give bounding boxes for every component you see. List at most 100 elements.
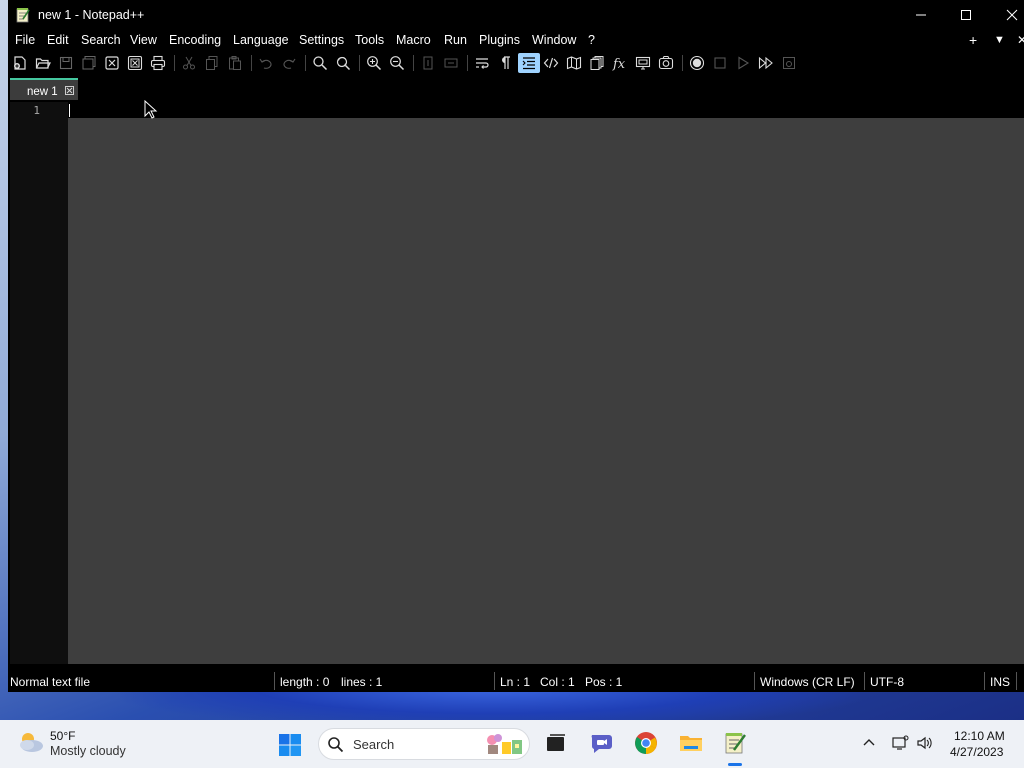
menu-file[interactable]: File: [15, 33, 35, 47]
toolbar-separator: [413, 55, 414, 71]
status-bar: Normal text file length : 0 lines : 1 Ln…: [8, 670, 1024, 692]
search-highlight-illustration-icon: [487, 734, 522, 754]
windows-start-icon[interactable]: [278, 733, 302, 757]
taskbar: 50°F Mostly cloudy Search 12:10 AM 4/27/…: [0, 720, 1024, 768]
zoom-out-button[interactable]: [388, 54, 406, 72]
folder-as-workspace-button[interactable]: [634, 54, 652, 72]
xml-tag-button[interactable]: [542, 54, 560, 72]
toolbar-separator: [467, 55, 468, 71]
word-wrap-button[interactable]: [473, 54, 491, 72]
text-editor[interactable]: 1: [10, 102, 1024, 664]
print-button[interactable]: [149, 54, 167, 72]
tab-list-dropdown-button[interactable]: ▼: [994, 34, 1005, 46]
status-separator: [754, 672, 755, 690]
paste-button[interactable]: [226, 54, 244, 72]
save-all-button[interactable]: [80, 54, 98, 72]
notepad-plus-plus-taskbar-icon[interactable]: [722, 730, 748, 756]
status-file-type: Normal text file: [10, 675, 91, 689]
stop-macro-button[interactable]: [711, 54, 729, 72]
file-explorer-icon[interactable]: [678, 730, 704, 756]
show-all-characters-button[interactable]: [496, 54, 514, 72]
document-list-button[interactable]: [588, 54, 606, 72]
sync-horizontal-button[interactable]: [442, 54, 460, 72]
menu-macro[interactable]: Macro: [396, 33, 431, 47]
toolbar-separator: [174, 55, 175, 71]
play-macro-button[interactable]: [734, 54, 752, 72]
save-all-icon: [82, 56, 96, 70]
open-file-button[interactable]: [34, 54, 52, 72]
new-tab-plus-button[interactable]: +: [969, 32, 977, 48]
weather-description: Mostly cloudy: [50, 744, 126, 758]
close-tab-button[interactable]: [103, 54, 121, 72]
find-button[interactable]: [311, 54, 329, 72]
menu-view[interactable]: View: [130, 33, 157, 47]
document-list-icon: [590, 56, 604, 70]
volume-icon[interactable]: [916, 734, 934, 752]
save-button[interactable]: [57, 54, 75, 72]
menu-settings[interactable]: Settings: [299, 33, 344, 47]
status-column: Col : 1: [540, 675, 575, 689]
line-number-gutter: 1: [10, 102, 68, 664]
indent-guide-button[interactable]: [518, 53, 540, 73]
menu-plugins[interactable]: Plugins: [479, 33, 520, 47]
menu-tools[interactable]: Tools: [355, 33, 384, 47]
chevron-up-icon[interactable]: [860, 734, 878, 752]
close-all-icon: [127, 55, 143, 71]
maximize-button[interactable]: [946, 4, 986, 26]
document-map-button[interactable]: [565, 54, 583, 72]
xml-tag-icon: [543, 57, 559, 69]
menu-run[interactable]: Run: [444, 33, 467, 47]
run-macro-multiple-button[interactable]: [757, 54, 775, 72]
current-line-highlight: [68, 102, 1024, 118]
weather-temperature: 50°F: [50, 729, 76, 743]
status-eol-format[interactable]: Windows (CR LF): [760, 675, 855, 689]
copy-button[interactable]: [203, 54, 221, 72]
menu-encoding[interactable]: Encoding: [169, 33, 221, 47]
close-document-button[interactable]: ✕: [1017, 33, 1024, 47]
tab-close-button[interactable]: [65, 86, 74, 95]
new-file-button[interactable]: [11, 54, 29, 72]
toolbar: fx: [8, 52, 1024, 74]
maximize-icon: [961, 10, 971, 20]
task-view-icon[interactable]: [543, 730, 569, 756]
function-list-button[interactable]: fx: [611, 54, 629, 72]
status-lines: lines : 1: [341, 675, 383, 689]
cut-button[interactable]: [180, 54, 198, 72]
word-wrap-icon: [476, 58, 489, 69]
zoom-in-button[interactable]: [365, 54, 383, 72]
status-insert-mode[interactable]: INS: [990, 675, 1010, 689]
menu-search[interactable]: Search: [81, 33, 121, 47]
network-icon[interactable]: [891, 734, 909, 752]
record-macro-button[interactable]: [688, 54, 706, 72]
toolbar-separator: [251, 55, 252, 71]
monitoring-button[interactable]: [657, 54, 675, 72]
taskbar-search-box[interactable]: Search: [318, 728, 530, 760]
save-macro-button[interactable]: [780, 54, 798, 72]
status-encoding[interactable]: UTF-8: [870, 675, 904, 689]
minimize-button[interactable]: [901, 4, 941, 26]
teams-chat-icon[interactable]: [589, 730, 615, 756]
chrome-icon[interactable]: [633, 730, 659, 756]
title-bar[interactable]: new 1 - Notepad++: [8, 0, 1024, 30]
save-macro-icon: [783, 57, 795, 69]
sync-vertical-button[interactable]: [419, 54, 437, 72]
cloudy-weather-icon: [20, 733, 43, 752]
clock-time: 12:10 AM: [954, 729, 1005, 743]
replace-button[interactable]: [334, 54, 352, 72]
menu-window[interactable]: Window: [532, 33, 576, 47]
tab-new-1[interactable]: new 1: [10, 78, 78, 100]
sync-vertical-icon: [423, 56, 433, 70]
indent-guide-icon: [522, 57, 535, 70]
function-list-icon: fx: [612, 57, 626, 71]
close-window-button[interactable]: [992, 4, 1024, 26]
status-separator: [1016, 672, 1017, 690]
close-all-button[interactable]: [126, 54, 144, 72]
status-separator: [274, 672, 275, 690]
menu-language[interactable]: Language: [233, 33, 289, 47]
menu-edit[interactable]: Edit: [47, 33, 69, 47]
camera-icon: [658, 56, 674, 70]
status-length: length : 0: [280, 675, 330, 689]
menu-help[interactable]: ?: [588, 33, 595, 47]
redo-button[interactable]: [280, 54, 298, 72]
undo-button[interactable]: [257, 54, 275, 72]
